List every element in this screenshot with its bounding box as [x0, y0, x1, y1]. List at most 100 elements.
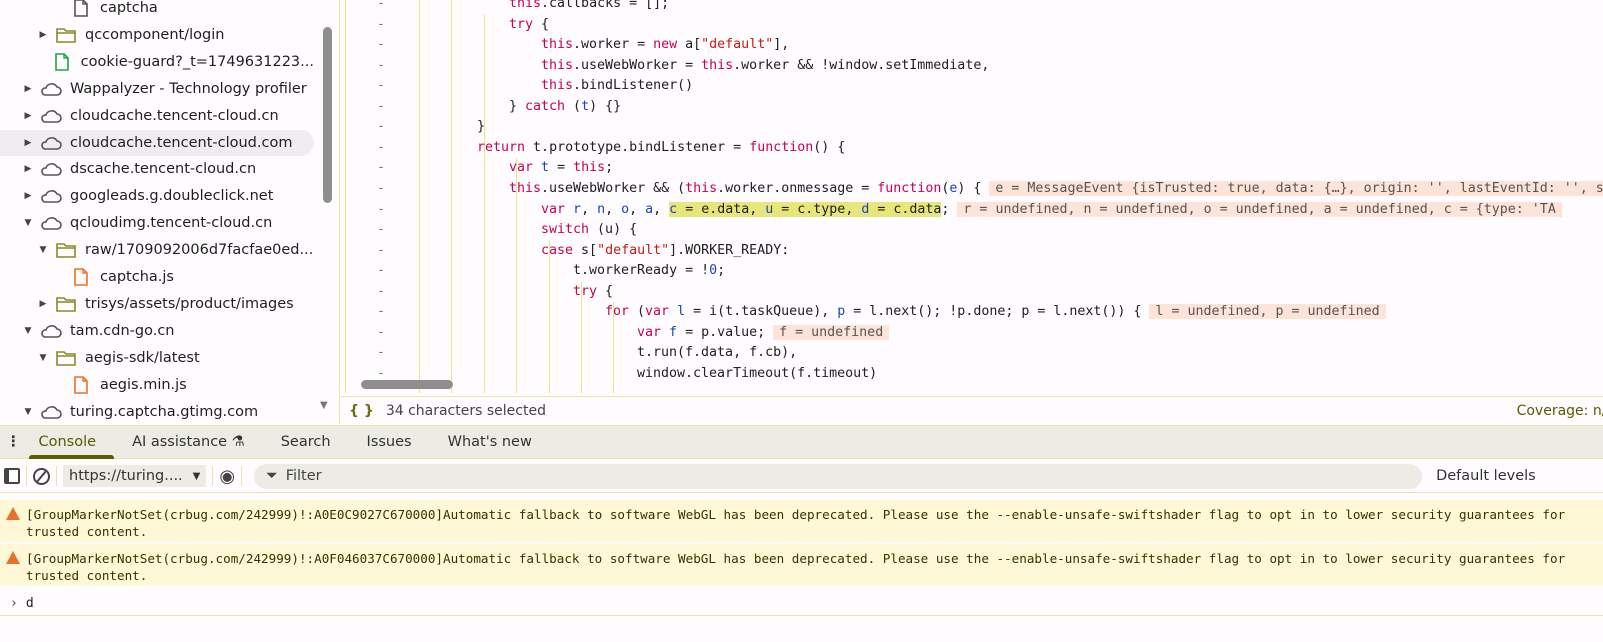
tree-item[interactable]: ▼ tam.cdn-go.cn: [0, 318, 314, 344]
line-number-dash: -: [377, 222, 386, 238]
code-token: function: [877, 180, 942, 196]
code-token: r: [573, 201, 582, 217]
chevron-down-icon[interactable]: ▼: [22, 218, 34, 228]
code-line[interactable]: - var r, n, o, a, c = e.data, u = c.type,…: [341, 200, 1603, 220]
code-token: (: [629, 304, 646, 320]
code-token: catch: [525, 98, 566, 114]
tree-item[interactable]: aegis.min.js: [0, 372, 314, 398]
code-token: ;: [941, 201, 950, 217]
console-prompt[interactable]: › d: [0, 592, 1603, 616]
tree-item[interactable]: cookie-guard?_t=1749631223...: [0, 49, 314, 75]
code-line[interactable]: - try {: [341, 282, 1603, 302]
code-line[interactable]: - this.useWebWorker = this.worker && !win…: [341, 56, 1603, 76]
code-line[interactable]: - for (var l = i(t.taskQueue), p = l.next…: [341, 302, 1603, 322]
tab-issues[interactable]: Issues: [349, 426, 430, 458]
editor-horizontal-scrollbar[interactable]: [341, 377, 1603, 393]
chevron-down-icon[interactable]: ▼: [37, 353, 49, 363]
tree-item[interactable]: ▶ dscache.tencent-cloud.cn: [0, 156, 314, 182]
tab-console[interactable]: Console: [21, 426, 115, 459]
code-text: var r, n, o, a, c = e.data, u = c.type, …: [541, 200, 1562, 220]
tree-item-label: trisys/assets/product/images: [85, 295, 294, 312]
line-number-dash: -: [377, 57, 386, 73]
tree-item[interactable]: captcha: [0, 0, 314, 21]
tree-item[interactable]: ▶ cloudcache.tencent-cloud.cn: [0, 103, 314, 129]
tree-item[interactable]: ▶ qccomponent/login: [0, 22, 314, 48]
inline-value: r = undefined, n = undefined, o = undefi…: [957, 201, 1562, 217]
code-token: = p.value;: [677, 324, 766, 340]
tree-item[interactable]: ▶ trisys/assets/product/images: [0, 291, 314, 317]
scroll-down-icon[interactable]: ▼: [320, 400, 328, 411]
tree-item[interactable]: ▼ turing.captcha.gtimg.com: [0, 399, 314, 425]
code-token: 0: [709, 263, 718, 279]
inline-value: e = MessageEvent {isTrusted: true, data:…: [989, 180, 1603, 196]
code-text: this.callbacks = [];: [509, 0, 669, 14]
pretty-print-icon[interactable]: { }: [349, 403, 374, 419]
code-line[interactable]: - this.bindListener(): [341, 76, 1603, 96]
file-icon: [70, 268, 92, 286]
tab-what-s-new[interactable]: What's new: [430, 426, 550, 458]
tree-item[interactable]: ▶ googleads.g.doubleclick.net: [0, 183, 314, 209]
code-token: var: [645, 304, 670, 320]
context-selector[interactable]: https://turing.... ▼: [63, 465, 207, 487]
code-token: n: [597, 201, 606, 217]
tree-item[interactable]: ▼ aegis-sdk/latest: [0, 345, 314, 371]
file-icon: [70, 0, 92, 17]
code-token: }: [477, 119, 486, 135]
scrollbar-thumb[interactable]: [361, 380, 453, 389]
code-line[interactable]: - t.workerReady = !0;: [341, 261, 1603, 281]
chevron-down-icon[interactable]: ▼: [22, 326, 34, 336]
tree-item[interactable]: ▶ cloudcache.tencent-cloud.com: [0, 129, 314, 156]
log-levels-dropdown[interactable]: Default levels: [1436, 468, 1536, 484]
sidebar-scrollbar[interactable]: [323, 27, 332, 203]
line-number-dash: -: [377, 180, 386, 196]
tab-search[interactable]: Search: [263, 426, 349, 458]
code-line[interactable]: - case s["default"].WORKER_READY:: [341, 241, 1603, 261]
code-token: .worker && !window.setImmediate,: [733, 57, 990, 73]
live-expression-eye-icon[interactable]: ◉: [219, 466, 235, 487]
code-editor[interactable]: - this.callbacks = []; - try {- this.worker …: [341, 0, 1603, 393]
code-line[interactable]: -}: [341, 117, 1603, 137]
selection-status: 34 characters selected: [385, 402, 546, 419]
warning-text: [GroupMarkerNotSet(crbug.com/242999)!:A0…: [26, 507, 1566, 539]
code-line[interactable]: - this.callbacks = [];: [341, 0, 1603, 14]
code-line[interactable]: - this.worker = new a["default"],: [341, 35, 1603, 55]
code-line[interactable]: - return t.prototype.bindListener = funct…: [341, 138, 1603, 158]
chevron-down-icon[interactable]: ▼: [22, 407, 34, 417]
code-line[interactable]: - switch (u) {: [341, 220, 1603, 240]
line-number-dash: -: [377, 201, 386, 217]
code-line[interactable]: - t.run(f.data, f.cb),: [341, 343, 1603, 363]
tab-ai-assistance[interactable]: AI assistance ⚗: [114, 426, 263, 458]
chevron-right-icon[interactable]: ▶: [22, 84, 34, 94]
code-token: = c.data: [869, 201, 942, 217]
tree-item[interactable]: ▼ qcloudimg.tencent-cloud.cn: [0, 210, 314, 236]
chevron-right-icon[interactable]: ▶: [22, 138, 34, 148]
code-token: ],: [773, 37, 790, 53]
code-line[interactable]: - this.useWebWorker && (this.worker.onmes…: [341, 179, 1603, 199]
tree-item[interactable]: ▶ Wappalyzer - Technology profiler: [0, 76, 314, 102]
code-line[interactable]: - try {: [341, 15, 1603, 35]
chevron-right-icon[interactable]: ▶: [22, 191, 34, 201]
code-line[interactable]: - var f = p.value; f = undefined: [341, 323, 1603, 343]
console-input[interactable]: d: [26, 596, 34, 611]
tree-item[interactable]: ▼ raw/1709092006d7facfae0ed...: [0, 237, 314, 263]
editor-status-bar: { } 34 characters selected Coverage: n/a: [341, 396, 1603, 424]
cloud-icon: [40, 160, 62, 178]
filter-input[interactable]: ⏷ Filter: [254, 463, 1423, 489]
chevron-right-icon[interactable]: ▶: [22, 164, 34, 174]
more-tabs-icon[interactable]: ⋮: [0, 434, 21, 450]
chevron-down-icon[interactable]: ▼: [37, 245, 49, 255]
chevron-right-icon[interactable]: ▶: [37, 30, 49, 40]
code-token: = l.next(); !p.done; p = l.next()) {: [845, 304, 1142, 320]
chevron-right-icon[interactable]: ▶: [22, 111, 34, 121]
code-line[interactable]: - var t = this;: [341, 158, 1603, 178]
chevron-right-icon[interactable]: ▶: [37, 299, 49, 309]
cloud-icon: [40, 322, 62, 340]
clear-console-icon[interactable]: [33, 467, 50, 485]
sidebar-toggle-icon[interactable]: [4, 468, 20, 484]
code-line[interactable]: -} catch (t) {}: [341, 97, 1603, 117]
prompt-chevron-icon: ›: [10, 596, 18, 611]
tree-item-label: cloudcache.tencent-cloud.cn: [70, 107, 279, 124]
tree-item[interactable]: captcha.js: [0, 264, 314, 290]
